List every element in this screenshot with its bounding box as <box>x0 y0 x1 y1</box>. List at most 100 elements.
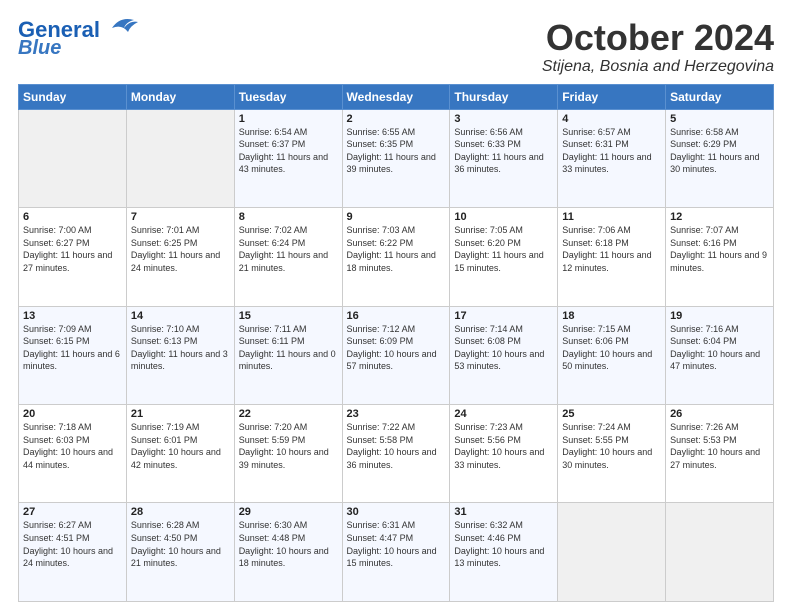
day-number: 9 <box>347 211 446 223</box>
day-number: 24 <box>454 408 553 420</box>
calendar-cell: 4Sunrise: 6:57 AM Sunset: 6:31 PM Daylig… <box>558 109 666 207</box>
calendar-cell: 18Sunrise: 7:15 AM Sunset: 6:06 PM Dayli… <box>558 306 666 404</box>
day-info: Sunrise: 7:07 AM Sunset: 6:16 PM Dayligh… <box>670 224 769 274</box>
day-number: 22 <box>239 408 338 420</box>
title-area: October 2024 Stijena, Bosnia and Herzego… <box>542 18 774 76</box>
day-number: 27 <box>23 506 122 518</box>
calendar-cell: 31Sunrise: 6:32 AM Sunset: 4:46 PM Dayli… <box>450 503 558 602</box>
day-number: 10 <box>454 211 553 223</box>
page: General Blue October 2024 Stijena, Bosni… <box>0 0 792 612</box>
day-number: 21 <box>131 408 230 420</box>
calendar-cell: 19Sunrise: 7:16 AM Sunset: 6:04 PM Dayli… <box>666 306 774 404</box>
day-info: Sunrise: 7:14 AM Sunset: 6:08 PM Dayligh… <box>454 323 553 373</box>
calendar-cell: 7Sunrise: 7:01 AM Sunset: 6:25 PM Daylig… <box>126 208 234 306</box>
calendar-cell: 26Sunrise: 7:26 AM Sunset: 5:53 PM Dayli… <box>666 405 774 503</box>
day-info: Sunrise: 6:32 AM Sunset: 4:46 PM Dayligh… <box>454 519 553 569</box>
weekday-header-sunday: Sunday <box>19 84 127 109</box>
month-title: October 2024 <box>542 18 774 58</box>
calendar-cell: 8Sunrise: 7:02 AM Sunset: 6:24 PM Daylig… <box>234 208 342 306</box>
weekday-header-friday: Friday <box>558 84 666 109</box>
day-info: Sunrise: 7:16 AM Sunset: 6:04 PM Dayligh… <box>670 323 769 373</box>
calendar-cell <box>19 109 127 207</box>
calendar-cell: 3Sunrise: 6:56 AM Sunset: 6:33 PM Daylig… <box>450 109 558 207</box>
day-info: Sunrise: 7:06 AM Sunset: 6:18 PM Dayligh… <box>562 224 661 274</box>
day-number: 28 <box>131 506 230 518</box>
logo: General Blue <box>18 18 138 58</box>
day-info: Sunrise: 7:00 AM Sunset: 6:27 PM Dayligh… <box>23 224 122 274</box>
week-row-5: 27Sunrise: 6:27 AM Sunset: 4:51 PM Dayli… <box>19 503 774 602</box>
day-info: Sunrise: 7:22 AM Sunset: 5:58 PM Dayligh… <box>347 421 446 471</box>
week-row-1: 1Sunrise: 6:54 AM Sunset: 6:37 PM Daylig… <box>19 109 774 207</box>
calendar-cell: 30Sunrise: 6:31 AM Sunset: 4:47 PM Dayli… <box>342 503 450 602</box>
calendar-cell: 17Sunrise: 7:14 AM Sunset: 6:08 PM Dayli… <box>450 306 558 404</box>
calendar-cell: 11Sunrise: 7:06 AM Sunset: 6:18 PM Dayli… <box>558 208 666 306</box>
day-number: 4 <box>562 113 661 125</box>
day-number: 11 <box>562 211 661 223</box>
day-info: Sunrise: 7:24 AM Sunset: 5:55 PM Dayligh… <box>562 421 661 471</box>
calendar-cell: 2Sunrise: 6:55 AM Sunset: 6:35 PM Daylig… <box>342 109 450 207</box>
calendar-cell: 14Sunrise: 7:10 AM Sunset: 6:13 PM Dayli… <box>126 306 234 404</box>
day-info: Sunrise: 7:09 AM Sunset: 6:15 PM Dayligh… <box>23 323 122 373</box>
day-info: Sunrise: 6:57 AM Sunset: 6:31 PM Dayligh… <box>562 126 661 176</box>
day-number: 29 <box>239 506 338 518</box>
calendar-cell: 1Sunrise: 6:54 AM Sunset: 6:37 PM Daylig… <box>234 109 342 207</box>
calendar-cell: 21Sunrise: 7:19 AM Sunset: 6:01 PM Dayli… <box>126 405 234 503</box>
day-number: 1 <box>239 113 338 125</box>
day-number: 16 <box>347 310 446 322</box>
day-info: Sunrise: 7:18 AM Sunset: 6:03 PM Dayligh… <box>23 421 122 471</box>
day-info: Sunrise: 6:56 AM Sunset: 6:33 PM Dayligh… <box>454 126 553 176</box>
day-info: Sunrise: 7:20 AM Sunset: 5:59 PM Dayligh… <box>239 421 338 471</box>
day-info: Sunrise: 7:12 AM Sunset: 6:09 PM Dayligh… <box>347 323 446 373</box>
day-info: Sunrise: 7:03 AM Sunset: 6:22 PM Dayligh… <box>347 224 446 274</box>
day-info: Sunrise: 7:01 AM Sunset: 6:25 PM Dayligh… <box>131 224 230 274</box>
weekday-header-thursday: Thursday <box>450 84 558 109</box>
day-info: Sunrise: 7:26 AM Sunset: 5:53 PM Dayligh… <box>670 421 769 471</box>
day-info: Sunrise: 6:58 AM Sunset: 6:29 PM Dayligh… <box>670 126 769 176</box>
calendar-cell: 29Sunrise: 6:30 AM Sunset: 4:48 PM Dayli… <box>234 503 342 602</box>
day-number: 5 <box>670 113 769 125</box>
weekday-header-tuesday: Tuesday <box>234 84 342 109</box>
day-info: Sunrise: 6:28 AM Sunset: 4:50 PM Dayligh… <box>131 519 230 569</box>
day-info: Sunrise: 7:23 AM Sunset: 5:56 PM Dayligh… <box>454 421 553 471</box>
day-info: Sunrise: 7:19 AM Sunset: 6:01 PM Dayligh… <box>131 421 230 471</box>
day-number: 18 <box>562 310 661 322</box>
day-number: 30 <box>347 506 446 518</box>
calendar-cell: 12Sunrise: 7:07 AM Sunset: 6:16 PM Dayli… <box>666 208 774 306</box>
calendar-cell: 10Sunrise: 7:05 AM Sunset: 6:20 PM Dayli… <box>450 208 558 306</box>
calendar-cell: 16Sunrise: 7:12 AM Sunset: 6:09 PM Dayli… <box>342 306 450 404</box>
calendar-cell: 20Sunrise: 7:18 AM Sunset: 6:03 PM Dayli… <box>19 405 127 503</box>
day-number: 8 <box>239 211 338 223</box>
day-number: 3 <box>454 113 553 125</box>
week-row-2: 6Sunrise: 7:00 AM Sunset: 6:27 PM Daylig… <box>19 208 774 306</box>
day-number: 12 <box>670 211 769 223</box>
day-info: Sunrise: 7:15 AM Sunset: 6:06 PM Dayligh… <box>562 323 661 373</box>
day-number: 31 <box>454 506 553 518</box>
day-info: Sunrise: 7:10 AM Sunset: 6:13 PM Dayligh… <box>131 323 230 373</box>
weekday-header-row: SundayMondayTuesdayWednesdayThursdayFrid… <box>19 84 774 109</box>
calendar-table: SundayMondayTuesdayWednesdayThursdayFrid… <box>18 84 774 602</box>
calendar-cell: 13Sunrise: 7:09 AM Sunset: 6:15 PM Dayli… <box>19 306 127 404</box>
calendar-cell: 23Sunrise: 7:22 AM Sunset: 5:58 PM Dayli… <box>342 405 450 503</box>
day-number: 2 <box>347 113 446 125</box>
logo-blue: Blue <box>18 38 61 58</box>
day-info: Sunrise: 7:05 AM Sunset: 6:20 PM Dayligh… <box>454 224 553 274</box>
day-number: 19 <box>670 310 769 322</box>
calendar-cell: 5Sunrise: 6:58 AM Sunset: 6:29 PM Daylig… <box>666 109 774 207</box>
day-number: 14 <box>131 310 230 322</box>
location: Stijena, Bosnia and Herzegovina <box>542 58 774 76</box>
weekday-header-saturday: Saturday <box>666 84 774 109</box>
day-info: Sunrise: 7:02 AM Sunset: 6:24 PM Dayligh… <box>239 224 338 274</box>
calendar-cell <box>126 109 234 207</box>
calendar-cell: 22Sunrise: 7:20 AM Sunset: 5:59 PM Dayli… <box>234 405 342 503</box>
header: General Blue October 2024 Stijena, Bosni… <box>18 18 774 76</box>
day-info: Sunrise: 6:54 AM Sunset: 6:37 PM Dayligh… <box>239 126 338 176</box>
day-info: Sunrise: 6:31 AM Sunset: 4:47 PM Dayligh… <box>347 519 446 569</box>
day-number: 13 <box>23 310 122 322</box>
day-number: 25 <box>562 408 661 420</box>
calendar-cell <box>558 503 666 602</box>
weekday-header-monday: Monday <box>126 84 234 109</box>
day-number: 15 <box>239 310 338 322</box>
day-number: 6 <box>23 211 122 223</box>
week-row-4: 20Sunrise: 7:18 AM Sunset: 6:03 PM Dayli… <box>19 405 774 503</box>
day-number: 20 <box>23 408 122 420</box>
